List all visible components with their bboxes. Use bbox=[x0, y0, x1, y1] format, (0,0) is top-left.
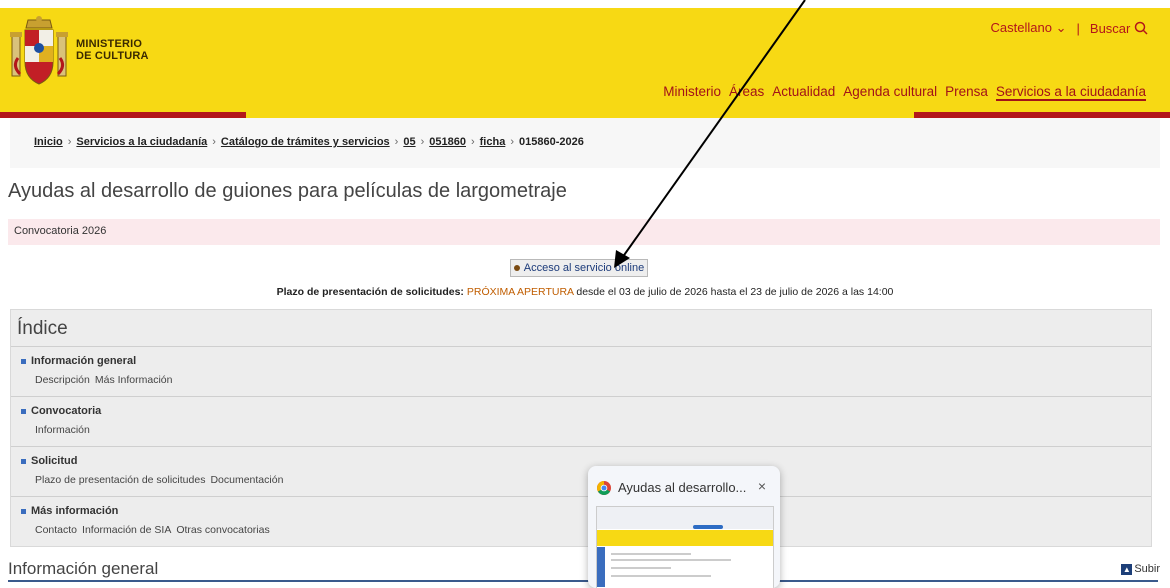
ministry-logo[interactable]: MINISTERIO DE CULTURA bbox=[8, 14, 149, 94]
index-section-links: Descripción Más Información bbox=[35, 374, 172, 386]
index-link-sia[interactable]: Información de SIA bbox=[82, 524, 171, 536]
index-section-solicitud: Solicitud Plazo de presentación de solic… bbox=[11, 447, 1151, 497]
back-to-top-button[interactable]: ▲ Subir bbox=[1121, 563, 1160, 575]
thumbnail-button bbox=[693, 525, 723, 529]
language-label: Castellano bbox=[990, 20, 1052, 35]
thumbnail-line bbox=[611, 553, 691, 555]
nav-item-areas[interactable]: Áreas bbox=[729, 84, 764, 101]
index-section-mas-informacion: Más información Contacto Información de … bbox=[11, 497, 1151, 547]
convocatoria-band bbox=[8, 219, 1160, 245]
ministry-name: MINISTERIO DE CULTURA bbox=[76, 38, 149, 62]
index-section-heading[interactable]: Convocatoria bbox=[21, 405, 101, 417]
index-link-informacion[interactable]: Información bbox=[35, 424, 90, 436]
arrow-up-icon: ▲ bbox=[1121, 563, 1133, 575]
ministry-line1: MINISTERIO bbox=[76, 38, 143, 50]
access-online-button[interactable]: Acceso al servicio online bbox=[510, 259, 648, 277]
index-link-plazo[interactable]: Plazo de presentación de solicitudes bbox=[35, 474, 205, 486]
divider: | bbox=[1076, 20, 1080, 36]
section-title-informacion-general: Información general bbox=[8, 559, 159, 578]
nav-item-ministerio[interactable]: Ministerio bbox=[663, 84, 721, 101]
breadcrumb-current: 015860-2026 bbox=[519, 136, 584, 148]
plazo-info: Plazo de presentación de solicitudes: PR… bbox=[0, 286, 1170, 298]
index-section-heading[interactable]: Solicitud bbox=[21, 455, 77, 467]
bullet-icon bbox=[21, 408, 26, 414]
index-section-convocatoria: Convocatoria Información bbox=[11, 397, 1151, 447]
search-button[interactable]: Buscar bbox=[1090, 21, 1148, 36]
search-label: Buscar bbox=[1089, 20, 1131, 36]
index-section-heading-label: Información general bbox=[31, 355, 137, 367]
index-link-mas-informacion[interactable]: Más Información bbox=[95, 374, 173, 386]
index-link-contacto[interactable]: Contacto bbox=[35, 524, 77, 536]
breadcrumb-servicios[interactable]: Servicios a la ciudadanía bbox=[76, 136, 207, 148]
language-selector[interactable]: Castellano ⌄ bbox=[991, 20, 1067, 36]
chevron-right-icon: › bbox=[67, 136, 72, 148]
close-icon[interactable]: × bbox=[758, 478, 766, 494]
thumbnail-sidebar bbox=[597, 547, 605, 587]
bullet-icon bbox=[513, 265, 520, 271]
thumbnail-line bbox=[611, 575, 711, 577]
search-icon bbox=[1134, 21, 1148, 35]
bullet-icon bbox=[21, 358, 26, 364]
index-section-heading-label: Convocatoria bbox=[31, 405, 102, 417]
index-section-heading[interactable]: Más información bbox=[21, 505, 118, 517]
nav-item-prensa[interactable]: Prensa bbox=[945, 84, 988, 101]
chevron-right-icon: › bbox=[420, 136, 425, 148]
index-section-heading-label: Más información bbox=[31, 505, 119, 517]
plazo-status: PRÓXIMA APERTURA bbox=[466, 286, 574, 298]
thumbnail-line bbox=[611, 567, 671, 569]
index-link-documentacion[interactable]: Documentación bbox=[210, 474, 283, 486]
chevron-right-icon: › bbox=[470, 136, 475, 148]
chrome-icon bbox=[597, 481, 611, 495]
chevron-right-icon: › bbox=[510, 136, 514, 148]
breadcrumb-ficha[interactable]: ficha bbox=[480, 136, 506, 148]
divider bbox=[8, 580, 1158, 582]
convocatoria-label: Convocatoria 2026 bbox=[14, 225, 107, 237]
ministry-line2: DE CULTURA bbox=[76, 50, 149, 62]
page-title: Ayudas al desarrollo de guiones para pel… bbox=[8, 180, 567, 202]
index-link-descripcion[interactable]: Descripción bbox=[35, 374, 90, 386]
site-header: MINISTERIO DE CULTURA Castellano ⌄ | Bus… bbox=[0, 8, 1170, 118]
header-tools: Castellano ⌄ | Buscar bbox=[991, 20, 1148, 36]
breadcrumb-catalogo[interactable]: Catálogo de trámites y servicios bbox=[221, 136, 390, 148]
index-section-heading[interactable]: Información general bbox=[21, 355, 136, 367]
nav-item-servicios[interactable]: Servicios a la ciudadanía bbox=[995, 84, 1146, 101]
bullet-icon bbox=[21, 458, 26, 464]
access-online-label: Acceso al servicio online bbox=[523, 262, 645, 274]
preview-thumbnail[interactable] bbox=[596, 506, 774, 588]
chevron-right-icon: › bbox=[212, 136, 216, 148]
index-section-links: Plazo de presentación de solicitudes Doc… bbox=[35, 474, 283, 486]
index-link-otras-convocatorias[interactable]: Otras convocatorias bbox=[176, 524, 269, 536]
index-section-heading-label: Solicitud bbox=[31, 455, 78, 467]
preview-title: Ayudas al desarrollo... bbox=[618, 480, 747, 495]
main-nav: Ministerio Áreas Actualidad Agenda cultu… bbox=[663, 84, 1146, 101]
bullet-icon bbox=[21, 508, 26, 514]
thumbnail-toolbar bbox=[597, 507, 773, 529]
index-section-informacion-general: Información general Descripción Más Info… bbox=[11, 347, 1151, 397]
chevron-right-icon: › bbox=[394, 136, 399, 148]
nav-item-agenda-cultural[interactable]: Agenda cultural bbox=[843, 84, 937, 101]
back-to-top-label: Subir bbox=[1134, 563, 1160, 575]
index-title: Índice bbox=[17, 318, 68, 339]
breadcrumb-05[interactable]: 05 bbox=[403, 136, 415, 148]
plazo-label: Plazo de presentación de solicitudes: bbox=[276, 286, 464, 298]
index-section-links: Información bbox=[35, 424, 90, 436]
thumbnail-line bbox=[611, 559, 731, 561]
thumbnail-header bbox=[597, 530, 773, 546]
breadcrumb-051860[interactable]: 051860 bbox=[429, 136, 466, 148]
nav-item-actualidad[interactable]: Actualidad bbox=[772, 84, 835, 101]
chevron-down-icon: ⌄ bbox=[1055, 20, 1067, 35]
breadcrumb: Inicio › Servicios a la ciudadanía › Catál… bbox=[34, 136, 584, 148]
index-panel: Índice Información general Descripción M… bbox=[10, 309, 1152, 547]
coat-of-arms-icon bbox=[10, 16, 68, 85]
index-section-links: Contacto Información de SIA Otras convoc… bbox=[35, 524, 270, 536]
breadcrumb-inicio[interactable]: Inicio bbox=[34, 136, 63, 148]
window-preview-popup[interactable]: Ayudas al desarrollo... × bbox=[588, 466, 780, 588]
plazo-dates: desde el 03 de julio de 2026 hasta el 23… bbox=[576, 286, 894, 298]
